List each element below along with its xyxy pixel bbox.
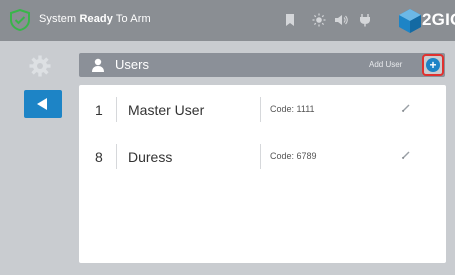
user-icon (92, 58, 104, 72)
add-user-label[interactable]: Add User (369, 60, 402, 69)
back-button[interactable] (24, 90, 62, 118)
edit-pencil-icon[interactable] (401, 150, 411, 160)
list-item[interactable]: 1 Master User Code: 1111 (79, 90, 446, 130)
users-title: Users (115, 57, 149, 72)
divider (260, 97, 261, 122)
back-arrow-icon (37, 98, 47, 110)
user-code: Code: 6789 (270, 151, 317, 161)
users-header: Users Add User + (79, 53, 445, 77)
users-list: 1 Master User Code: 1111 8 Duress Code: … (79, 85, 446, 263)
status-suffix: To Arm (112, 13, 151, 25)
gear-icon[interactable] (29, 55, 51, 77)
user-name: Master User (128, 102, 205, 118)
divider (260, 144, 261, 169)
bookmark-icon[interactable] (283, 13, 297, 27)
app-screen: System Ready To Arm 2GI Users Add User +… (0, 0, 455, 275)
edit-pencil-icon[interactable] (401, 103, 411, 113)
speaker-icon[interactable] (334, 13, 348, 27)
status-ready: Ready (79, 13, 113, 25)
user-number: 1 (95, 102, 103, 118)
brand-logo-icon (399, 9, 421, 33)
shield-check-icon (10, 9, 30, 31)
divider (116, 97, 117, 122)
brand-name: 2GIG (422, 10, 455, 29)
divider (116, 144, 117, 169)
add-user-button[interactable]: + (422, 54, 444, 76)
list-item[interactable]: 8 Duress Code: 6789 (79, 137, 446, 177)
user-name: Duress (128, 149, 173, 165)
plug-icon[interactable] (358, 13, 372, 27)
user-code: Code: 1111 (270, 104, 315, 114)
sun-icon[interactable] (312, 13, 326, 27)
status-bar: System Ready To Arm 2GI (0, 0, 455, 41)
user-number: 8 (95, 149, 103, 165)
plus-icon: + (426, 58, 440, 72)
status-prefix: System (39, 13, 80, 25)
system-status: System Ready To Arm (39, 13, 151, 25)
